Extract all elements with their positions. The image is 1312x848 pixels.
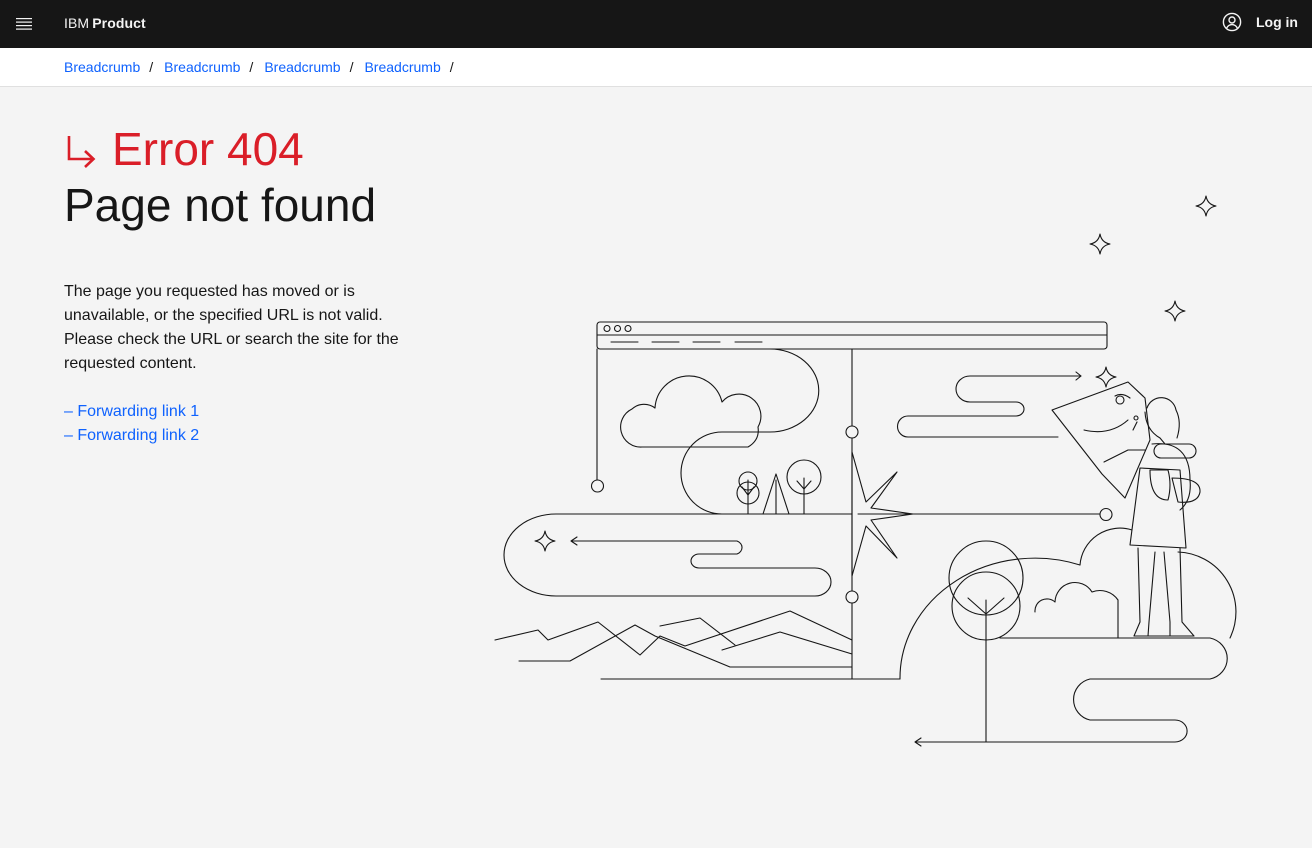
breadcrumb-separator: / <box>449 59 454 75</box>
sparkle-icon <box>534 195 1217 552</box>
mountains-drawing <box>494 610 901 680</box>
breadcrumb-item-1[interactable]: Breadcrumb <box>64 59 140 75</box>
breadcrumb-item-4[interactable]: Breadcrumb <box>364 59 440 75</box>
user-avatar-icon <box>1222 12 1242 32</box>
lost-explorer-illustration <box>494 195 1237 747</box>
forwarding-link-2[interactable]: – Forwarding link 2 <box>64 424 199 448</box>
wind-cloud-drawing <box>503 513 853 597</box>
breadcrumb-item-2[interactable]: Breadcrumb <box>164 59 240 75</box>
explorer-person-drawing <box>1051 381 1201 637</box>
breadcrumb-bar: Breadcrumb / Breadcrumb / Breadcrumb / Brea… <box>0 48 1312 87</box>
error-description: The page you requested has moved or is u… <box>64 283 399 372</box>
arrow-down-right-icon <box>67 136 96 168</box>
cloud-drawing <box>620 375 762 448</box>
error-code-text: Error 404 <box>112 123 304 175</box>
product-name: Product <box>92 15 146 31</box>
page-title: Page not found <box>64 179 377 231</box>
cloud-band-drawing <box>680 348 853 515</box>
trees-drawing <box>736 459 822 515</box>
wind-cloud-right-drawing <box>897 371 1082 438</box>
forwarding-links: – Forwarding link 1 – Forwarding link 2 <box>64 400 199 448</box>
hamburger-menu-button[interactable] <box>0 0 48 48</box>
breadcrumb: Breadcrumb / Breadcrumb / Breadcrumb / Brea… <box>64 59 465 75</box>
error-code-heading: Error 404 <box>64 122 304 176</box>
top-header: IBM Product Log in <box>0 0 1312 48</box>
forwarding-link-1[interactable]: – Forwarding link 1 <box>64 400 199 424</box>
breadcrumb-separator: / <box>149 59 154 75</box>
brand-name[interactable]: IBM Product <box>64 15 146 31</box>
breadcrumb-separator: / <box>249 59 254 75</box>
breadcrumb-separator: / <box>349 59 354 75</box>
hamburger-menu-icon <box>16 18 32 30</box>
hill-tree-drawing <box>899 527 1237 747</box>
brand-prefix: IBM <box>64 15 90 31</box>
breadcrumb-item-3[interactable]: Breadcrumb <box>264 59 340 75</box>
login-label: Log in <box>1256 14 1298 30</box>
login-button[interactable]: Log in <box>1222 12 1298 32</box>
